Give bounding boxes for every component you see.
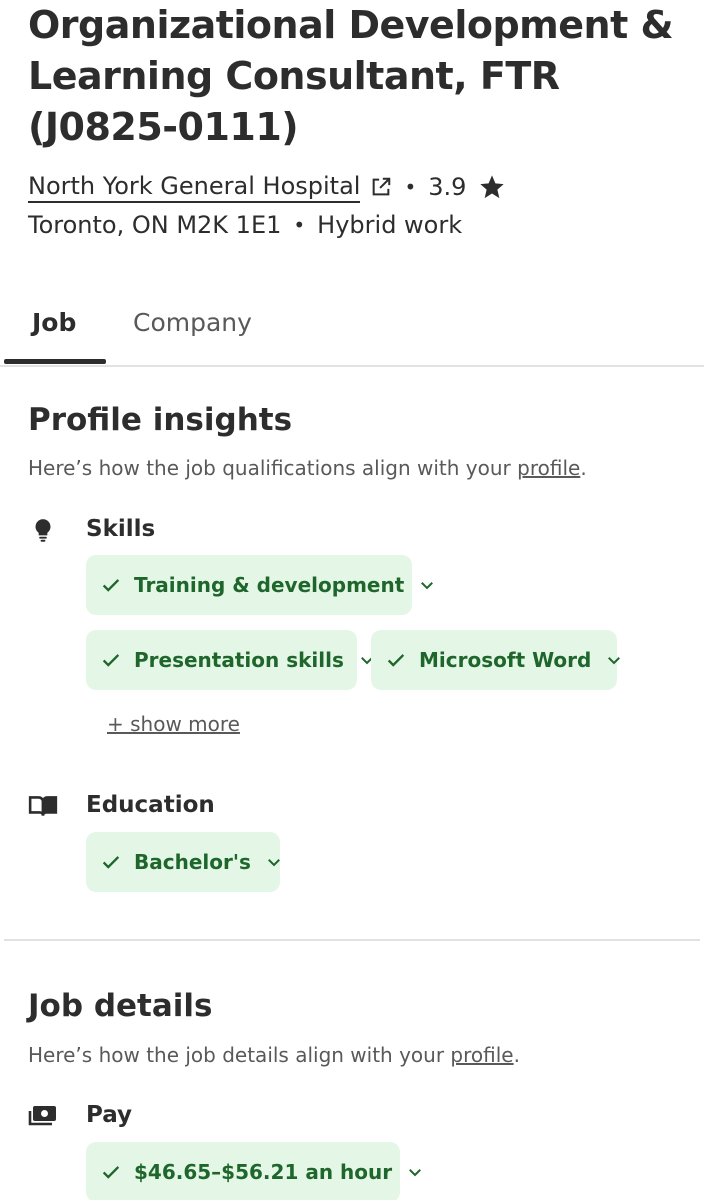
money-icon — [28, 1101, 58, 1131]
education-chip[interactable]: Bachelor's — [86, 832, 280, 892]
subtitle-period: . — [513, 1043, 520, 1067]
profile-insights-subtitle: Here’s how the job qualifications align … — [28, 456, 587, 480]
check-icon — [100, 649, 122, 671]
profile-link[interactable]: profile — [450, 1043, 513, 1067]
education-chip-label: Bachelor's — [134, 850, 251, 874]
subtitle-period: . — [580, 456, 587, 480]
external-link-icon[interactable] — [370, 176, 392, 198]
chevron-down-icon — [265, 853, 283, 871]
separator-dot: • — [404, 175, 417, 199]
chevron-down-icon — [605, 651, 623, 669]
skill-chip[interactable]: Presentation skills — [86, 630, 373, 690]
profile-link[interactable]: profile — [517, 456, 580, 480]
check-icon — [385, 649, 407, 671]
lightbulb-icon — [28, 515, 58, 545]
chevron-down-icon — [406, 1163, 424, 1181]
tab-job[interactable]: Job — [32, 290, 76, 354]
company-link[interactable]: North York General Hospital — [28, 171, 361, 203]
active-tab-indicator — [4, 359, 106, 364]
job-title: Organizational Development & Learning Co… — [28, 3, 674, 149]
skills-label: Skills — [86, 516, 156, 542]
subtitle-text: Here’s how the job qualifications align … — [28, 456, 518, 480]
section-divider — [4, 939, 700, 941]
chevron-down-icon — [418, 576, 436, 594]
work-type: Hybrid work — [317, 211, 463, 239]
education-label: Education — [86, 792, 215, 818]
skill-chip-label: Presentation skills — [134, 648, 344, 672]
skill-chip-label: Microsoft Word — [419, 648, 592, 672]
check-icon — [100, 574, 122, 596]
book-icon — [28, 791, 58, 821]
company-rating: 3.9 — [428, 173, 467, 201]
star-icon — [478, 173, 506, 201]
skill-chip-label: Training & development — [134, 573, 405, 597]
tab-divider — [0, 365, 704, 367]
location-row: Toronto, ON M2K 1E1 • Hybrid work — [28, 208, 462, 242]
tab-bar: Job Company — [0, 290, 704, 368]
check-icon — [100, 1161, 122, 1183]
check-icon — [100, 851, 122, 873]
job-location: Toronto, ON M2K 1E1 — [28, 211, 282, 239]
show-more-link[interactable]: + show more — [107, 712, 240, 736]
skill-chip[interactable]: Training & development — [86, 555, 434, 615]
job-details-subtitle: Here’s how the job details align with yo… — [28, 1043, 520, 1067]
job-details-title: Job details — [28, 988, 213, 1024]
pay-label: Pay — [86, 1102, 133, 1128]
subtitle-text: Here’s how the job details align with yo… — [28, 1043, 451, 1067]
skill-chip[interactable]: Microsoft Word — [371, 630, 621, 690]
tab-company[interactable]: Company — [133, 290, 252, 354]
separator-dot: • — [293, 213, 306, 237]
profile-insights-title: Profile insights — [28, 402, 293, 438]
company-row: North York General Hospital • 3.9 — [28, 170, 506, 204]
pay-chip[interactable]: $46.65–$56.21 an hour — [86, 1142, 422, 1200]
pay-chip-label: $46.65–$56.21 an hour — [134, 1160, 393, 1184]
